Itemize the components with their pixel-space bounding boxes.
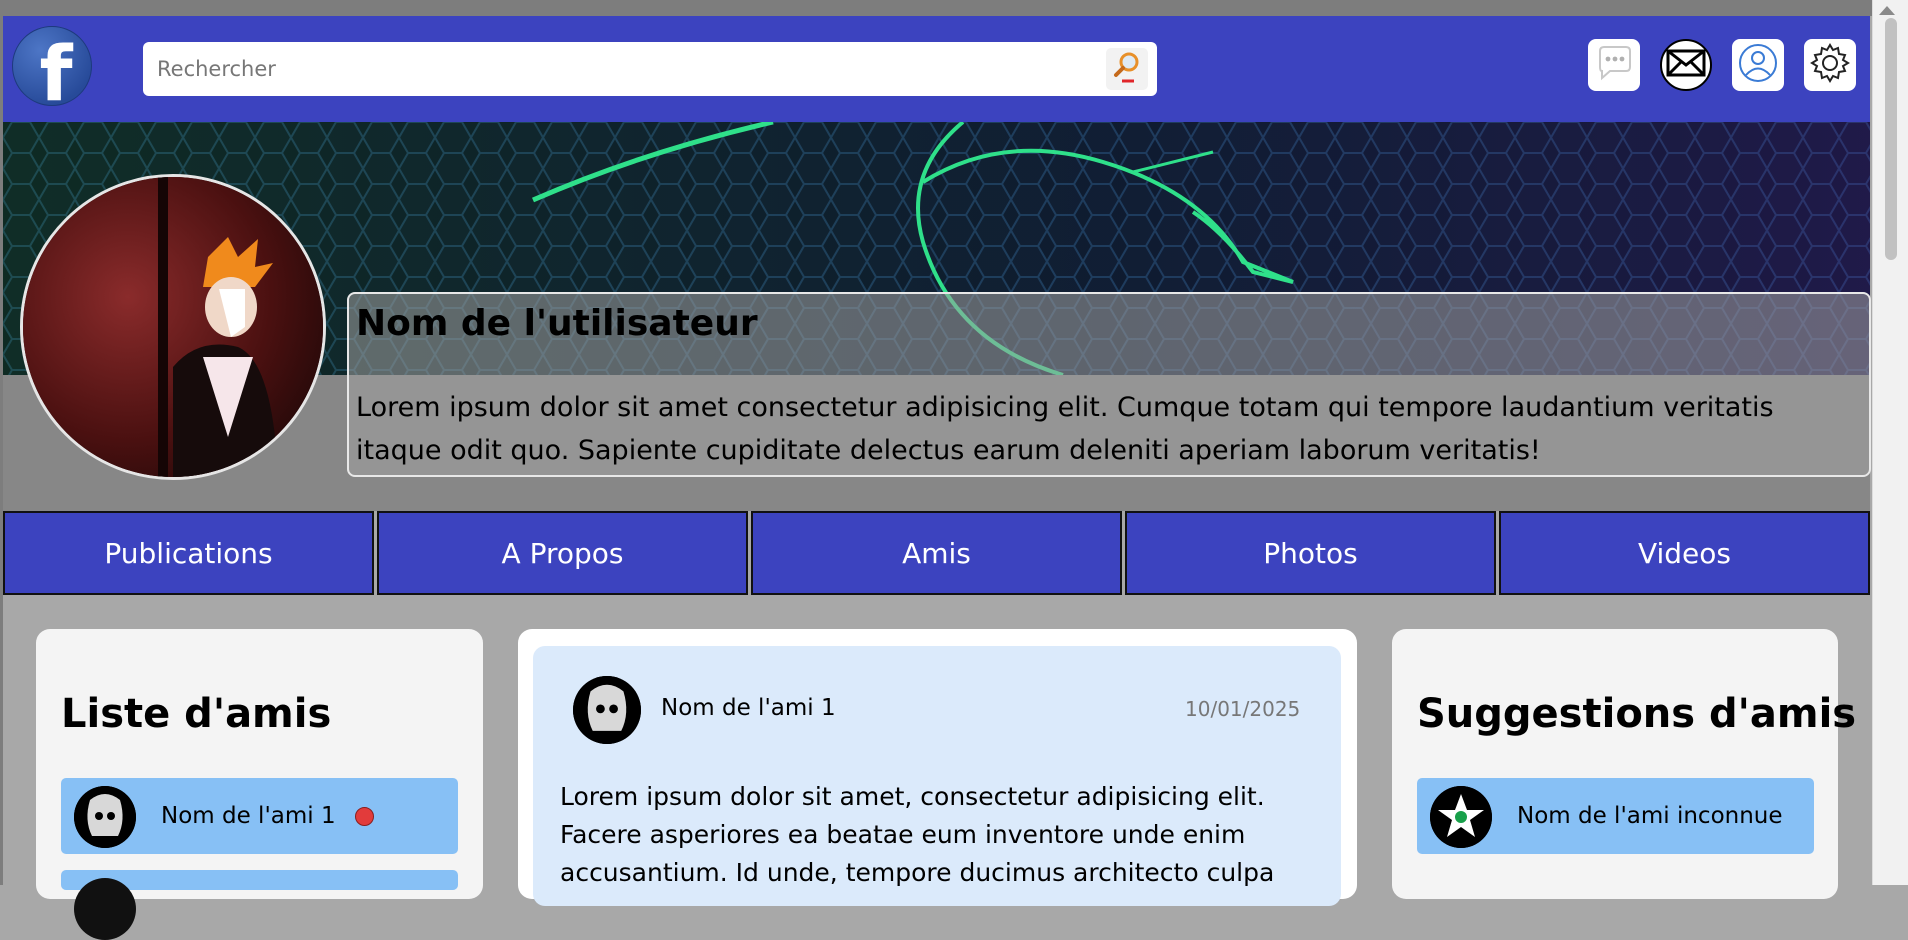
search-button[interactable] — [1106, 48, 1148, 90]
suggestion-list-item[interactable]: Nom de l'ami inconnue — [1417, 778, 1814, 854]
tab-publications[interactable]: Publications — [3, 511, 374, 595]
friend-list-item[interactable]: Nom de l'ami 1 — [61, 778, 458, 854]
suggestions-panel — [1392, 629, 1838, 899]
chat-bubble-icon — [1594, 45, 1634, 85]
facebook-logo-letter: f — [39, 29, 73, 106]
post-date: 10/01/2025 — [1185, 697, 1301, 721]
user-icon — [1737, 42, 1779, 88]
scrollbar-thumb[interactable] — [1885, 18, 1897, 260]
facebook-logo[interactable]: f — [12, 26, 92, 106]
tab-videos[interactable]: Videos — [1499, 511, 1870, 595]
avatar-image — [23, 177, 323, 477]
post-author-name[interactable]: Nom de l'ami 1 — [661, 695, 836, 721]
friends-list-panel — [36, 629, 483, 899]
profile-user-name: Nom de l'utilisateur — [356, 303, 758, 344]
unknown-friend-avatar — [1430, 786, 1492, 848]
tab-a-propos[interactable]: A Propos — [377, 511, 748, 595]
post-text: Lorem ipsum dolor sit amet, consectetur … — [560, 782, 1275, 887]
friend-name: Nom de l'ami 1 — [161, 803, 336, 829]
mail-icon — [1666, 48, 1706, 82]
tab-photos[interactable]: Photos — [1125, 511, 1496, 595]
search-bar — [143, 42, 1157, 96]
status-dot-icon — [355, 807, 374, 826]
window-top-strip — [0, 0, 1908, 16]
profile-avatar[interactable] — [20, 174, 326, 480]
profile-tabs: Publications A Propos Amis Photos Videos — [3, 511, 1873, 595]
settings-button[interactable] — [1804, 39, 1856, 91]
search-input[interactable] — [143, 42, 1093, 96]
mail-button[interactable] — [1660, 39, 1712, 91]
friend-avatar — [74, 878, 136, 940]
suggestion-name: Nom de l'ami inconnue — [1517, 803, 1783, 829]
profile-button[interactable] — [1732, 39, 1784, 91]
scroll-up-arrow-icon[interactable] — [1879, 6, 1895, 15]
suggestions-title: Suggestions d'amis — [1417, 691, 1857, 737]
messenger-button[interactable] — [1588, 39, 1640, 91]
tab-amis[interactable]: Amis — [751, 511, 1122, 595]
friend-list-item[interactable] — [61, 870, 458, 940]
profile-bio: Lorem ipsum dolor sit amet consectetur a… — [356, 392, 1774, 466]
gear-icon — [1807, 40, 1853, 90]
search-icon — [1112, 51, 1142, 87]
post-author-avatar[interactable] — [573, 676, 641, 744]
friend-avatar — [74, 786, 136, 848]
friends-list-title: Liste d'amis — [61, 691, 332, 737]
